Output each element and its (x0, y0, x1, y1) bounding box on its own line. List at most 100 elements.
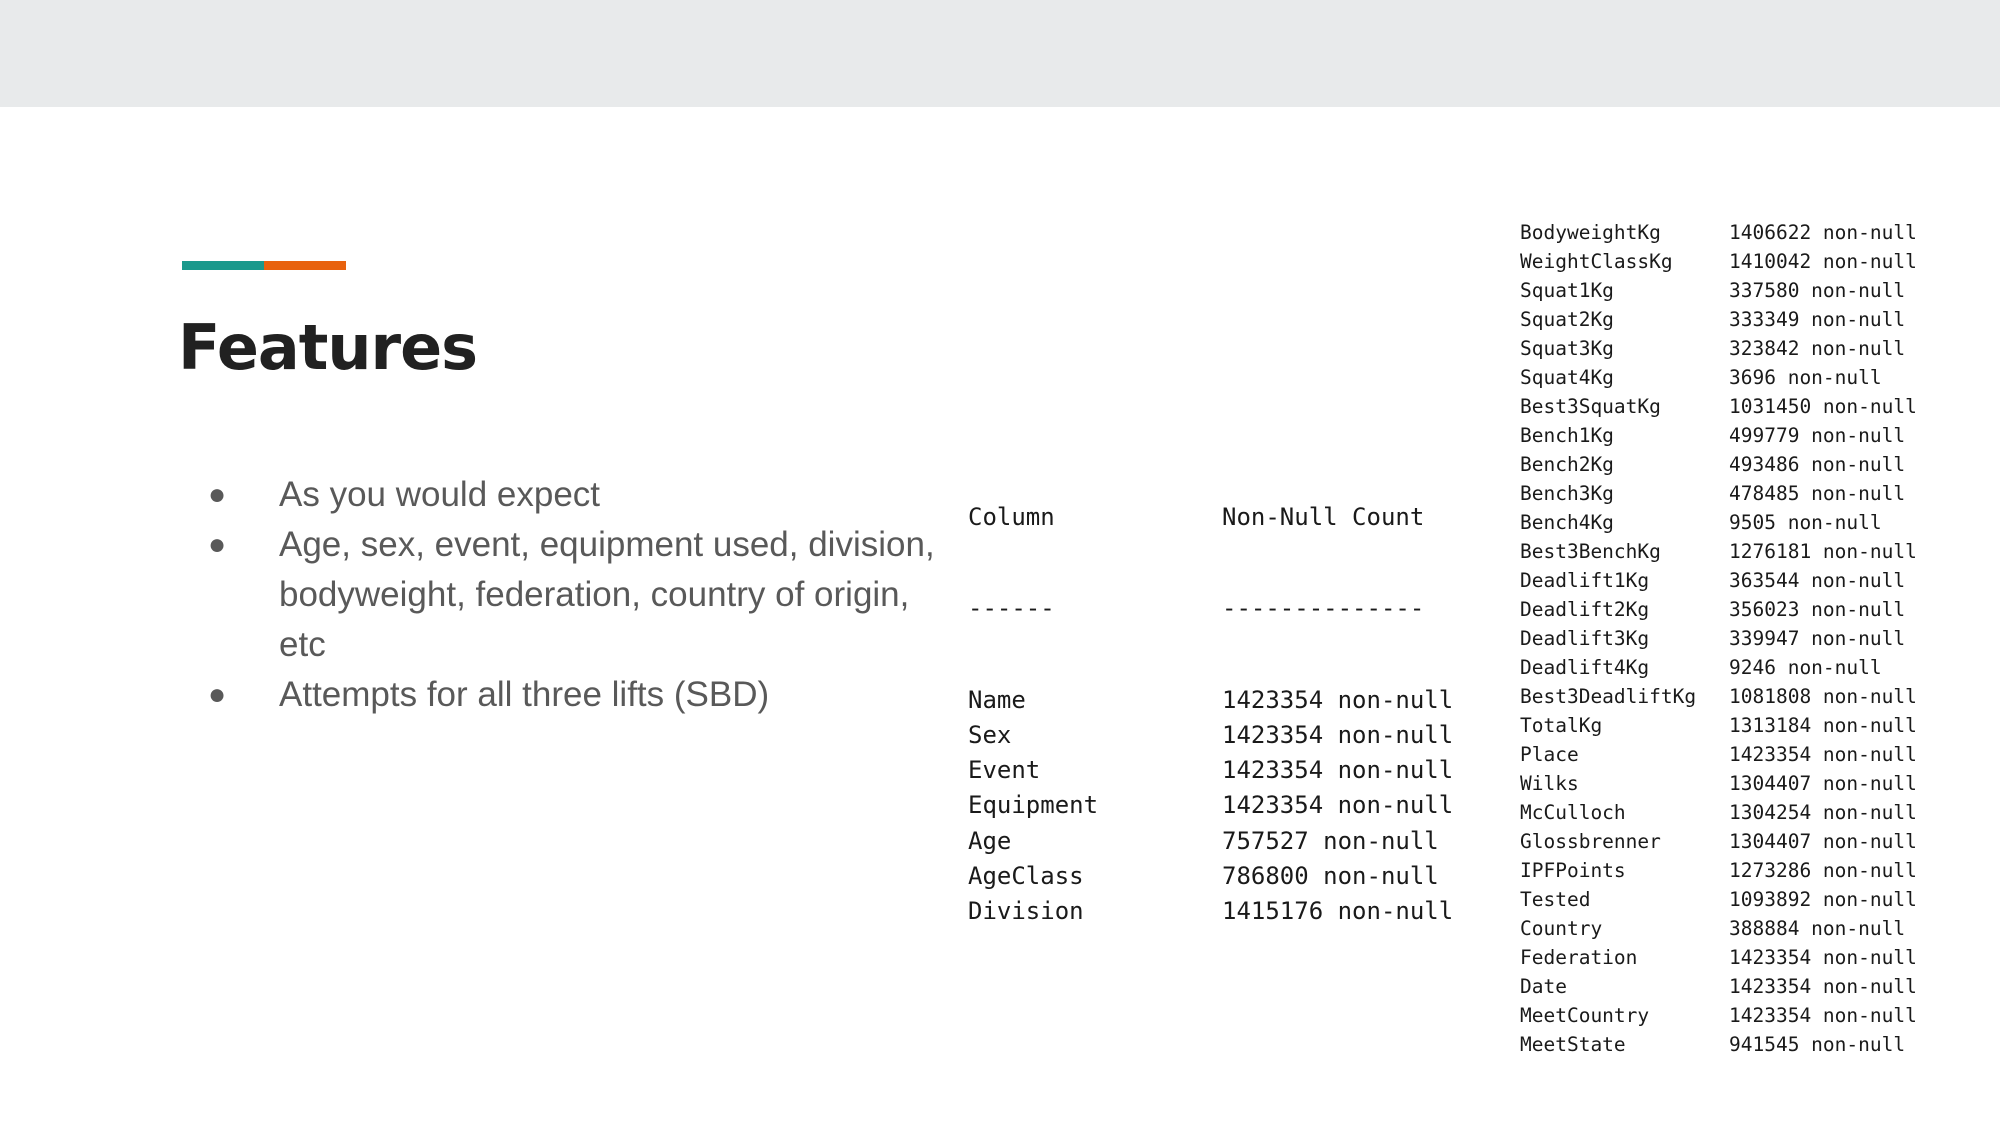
row-non-null-count: 1423354 non-null (1222, 685, 1454, 714)
row-column-name: Tested (1520, 888, 1591, 911)
table-row: Place 1423354 non-null (1520, 740, 1940, 769)
row-non-null-count: 499779 non-null (1729, 424, 1906, 447)
table-row: Event 1423354 non-null (968, 753, 1462, 788)
bullet-list: ● As you would expect ● Age, sex, event,… (208, 470, 948, 720)
row-non-null-count: 1423354 non-null (1222, 720, 1454, 749)
row-column-name: Country (1520, 917, 1603, 940)
row-non-null-count: 1031450 non-null (1729, 395, 1917, 418)
table-row: Bench4Kg 9505 non-null (1520, 508, 1940, 537)
row-column-name: Deadlift3Kg (1520, 627, 1650, 650)
row-non-null-count: 1273286 non-null (1729, 859, 1917, 882)
row-non-null-count: 1423354 non-null (1729, 743, 1917, 766)
accent-teal-segment (182, 261, 264, 270)
row-column-name: Squat2Kg (1520, 308, 1614, 331)
row-column-name: Deadlift2Kg (1520, 598, 1650, 621)
table-row: TotalKg 1313184 non-null (1520, 711, 1940, 740)
table-row: Wilks 1304407 non-null (1520, 769, 1940, 798)
row-non-null-count: 339947 non-null (1729, 627, 1906, 650)
row-column-name: Place (1520, 743, 1579, 766)
row-non-null-count: 1276181 non-null (1729, 540, 1917, 563)
row-non-null-count: 786800 non-null (1222, 862, 1439, 891)
row-column-name: TotalKg (1520, 714, 1603, 737)
bullet-text: Attempts for all three lifts (SBD) (279, 675, 770, 714)
row-non-null-count: 1081808 non-null (1729, 685, 1917, 708)
row-column-name: Deadlift1Kg (1520, 569, 1650, 592)
header-non-null-count: Non-Null Count (1222, 503, 1425, 531)
row-column-name: Glossbrenner (1520, 830, 1661, 853)
row-non-null-count: 1313184 non-null (1729, 714, 1917, 737)
bullet-dot-icon: ● (208, 678, 227, 711)
table-row: Glossbrenner 1304407 non-null (1520, 827, 1940, 856)
table-row: Sex 1423354 non-null (968, 718, 1462, 753)
row-column-name: Best3BenchKg (1520, 540, 1661, 563)
row-column-name: Squat4Kg (1520, 366, 1614, 389)
accent-orange-segment (264, 261, 346, 270)
row-column-name: Age (968, 826, 1012, 855)
table-row: Best3BenchKg 1276181 non-null (1520, 537, 1940, 566)
row-non-null-count: 333349 non-null (1729, 308, 1906, 331)
row-column-name: IPFPoints (1520, 859, 1626, 882)
row-column-name: Event (968, 756, 1041, 785)
row-non-null-count: 9505 non-null (1729, 511, 1882, 534)
row-column-name: Bench4Kg (1520, 511, 1614, 534)
row-non-null-count: 1093892 non-null (1729, 888, 1917, 911)
row-non-null-count: 1410042 non-null (1729, 250, 1917, 273)
table-row: WeightClassKg 1410042 non-null (1520, 247, 1940, 276)
row-column-name: Date (1520, 975, 1567, 998)
table-row: Equipment 1423354 non-null (968, 788, 1462, 823)
row-non-null-count: 1423354 non-null (1729, 1004, 1917, 1027)
bullet-text: As you would expect (279, 475, 601, 514)
row-column-name: Federation (1520, 946, 1638, 969)
row-non-null-count: 337580 non-null (1729, 279, 1906, 302)
column-info-table-right: BodyweightKg 1406622 non-null WeightClassK… (1520, 172, 1940, 1052)
top-bar (0, 0, 2000, 107)
row-non-null-count: 941545 non-null (1729, 1033, 1906, 1052)
row-column-name: McCulloch (1520, 801, 1626, 824)
row-non-null-count: 478485 non-null (1729, 482, 1906, 505)
bullet-text: Age, sex, event, equipment used, divisio… (279, 525, 935, 664)
row-column-name: Squat1Kg (1520, 279, 1614, 302)
table-row: Bench3Kg 478485 non-null (1520, 479, 1940, 508)
row-non-null-count: 1304407 non-null (1729, 830, 1917, 853)
row-non-null-count: 1304407 non-null (1729, 772, 1917, 795)
row-non-null-count: 1406622 non-null (1729, 221, 1917, 244)
row-non-null-count: 1423354 non-null (1729, 946, 1917, 969)
slide-title: Features (178, 311, 478, 384)
separator-column: ------ (968, 594, 1055, 623)
table-row: Squat1Kg 337580 non-null (1520, 276, 1940, 305)
row-non-null-count: 3696 non-null (1729, 366, 1882, 389)
bullet-dot-icon: ● (208, 478, 227, 511)
table-row: Deadlift2Kg 356023 non-null (1520, 595, 1940, 624)
bullet-dot-icon: ● (208, 528, 227, 561)
row-non-null-count: 757527 non-null (1222, 826, 1439, 855)
table-row: MeetCountry 1423354 non-null (1520, 1001, 1940, 1030)
row-column-name: MeetCountry (1520, 1004, 1650, 1027)
row-non-null-count: 1423354 non-null (1729, 975, 1917, 998)
table-row: Bench2Kg 493486 non-null (1520, 450, 1940, 479)
row-column-name: Division (968, 897, 1084, 926)
table-row: Tested 1093892 non-null (1520, 885, 1940, 914)
table-row: Federation 1423354 non-null (1520, 943, 1940, 972)
table-row: Best3SquatKg 1031450 non-null (1520, 392, 1940, 421)
row-column-name: Wilks (1520, 772, 1579, 795)
table-row: Best3DeadliftKg 1081808 non-null (1520, 682, 1940, 711)
row-column-name: Bench1Kg (1520, 424, 1614, 447)
table-row: AgeClass 786800 non-null (968, 859, 1462, 894)
table-row: Date 1423354 non-null (1520, 972, 1940, 1001)
row-column-name: Squat3Kg (1520, 337, 1614, 360)
table-row: Division 1415176 non-null (968, 894, 1462, 929)
bullet-item: ● Attempts for all three lifts (SBD) (208, 670, 948, 720)
row-column-name: Deadlift4Kg (1520, 656, 1650, 679)
row-column-name: Equipment (968, 791, 1099, 820)
title-accent-bar (182, 261, 346, 270)
row-non-null-count: 356023 non-null (1729, 598, 1906, 621)
row-non-null-count: 1415176 non-null (1222, 897, 1454, 926)
table-row: MeetState 941545 non-null (1520, 1030, 1940, 1052)
row-non-null-count: 9246 non-null (1729, 656, 1882, 679)
row-non-null-count: 1423354 non-null (1222, 756, 1454, 785)
row-column-name: Bench2Kg (1520, 453, 1614, 476)
row-non-null-count: 323842 non-null (1729, 337, 1906, 360)
table-row: Country 388884 non-null (1520, 914, 1940, 943)
row-column-name: Name (968, 685, 1026, 714)
column-info-table-left: Column Non-Null Count ------ -----------… (968, 444, 1462, 958)
